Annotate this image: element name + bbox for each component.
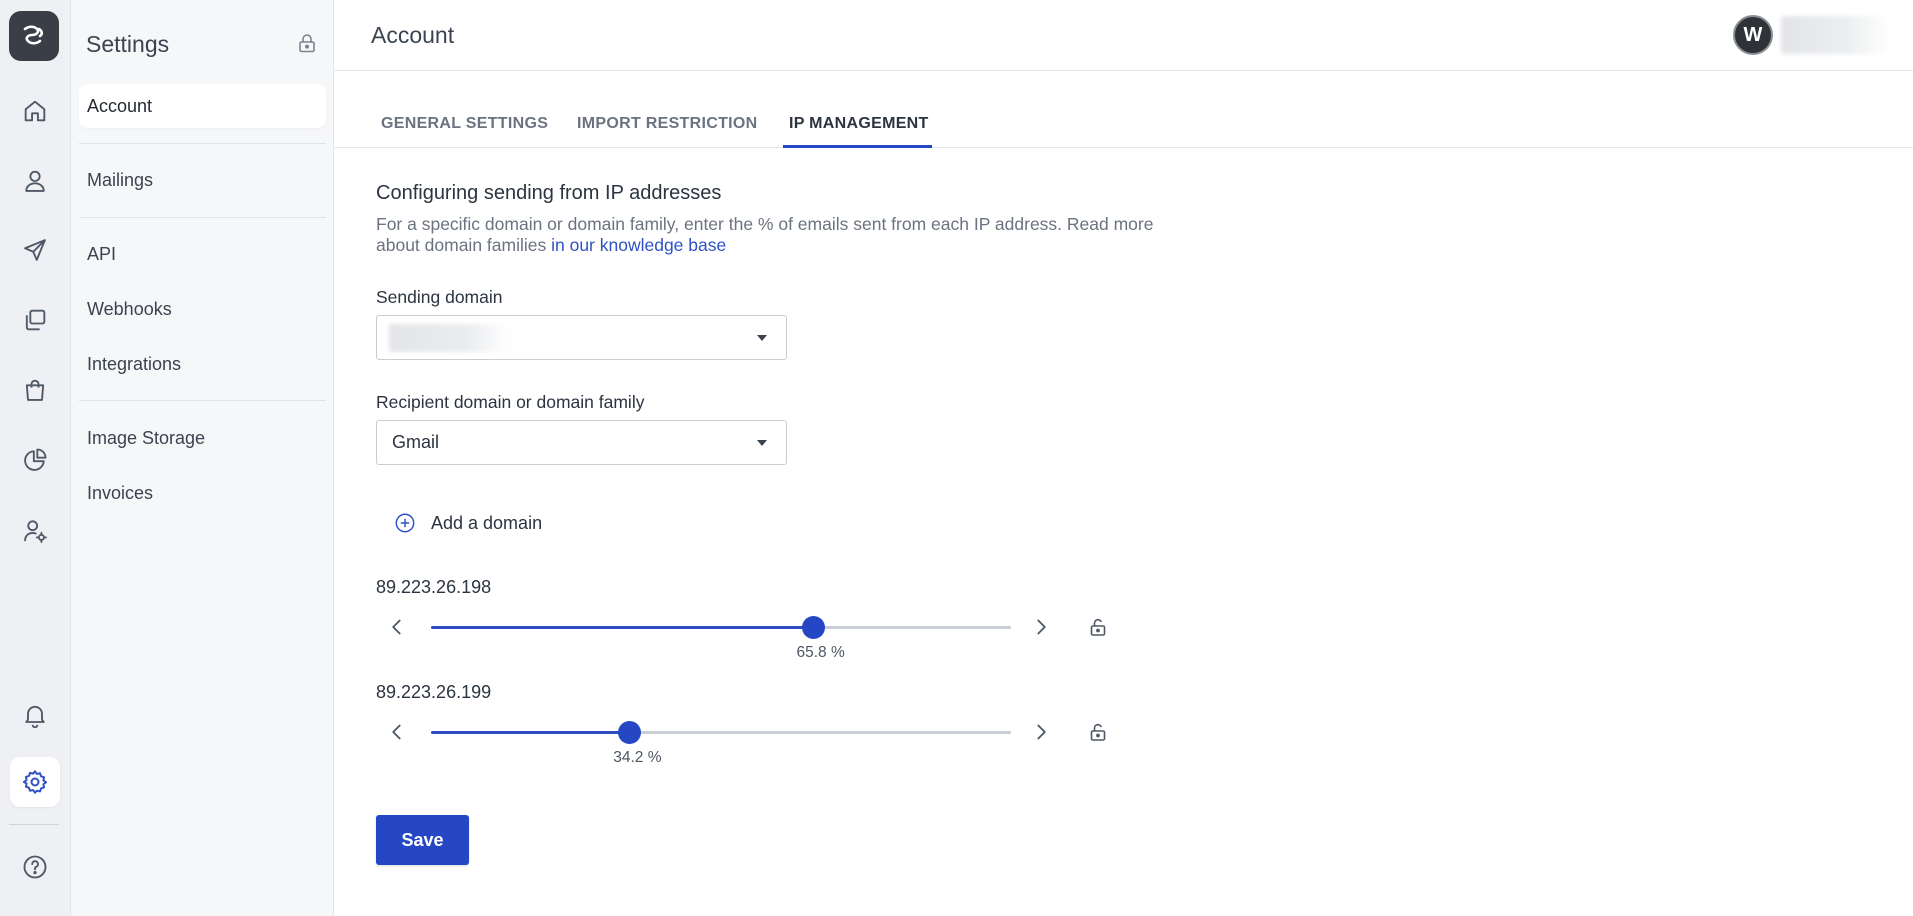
sending-domain-select[interactable]: [376, 315, 787, 360]
add-domain-button[interactable]: Add a domain: [394, 508, 542, 538]
recipient-domain-select[interactable]: Gmail: [376, 420, 787, 465]
send-icon[interactable]: [10, 225, 60, 275]
section-title: Configuring sending from IP addresses: [376, 182, 722, 204]
chevron-down-icon: [757, 440, 767, 446]
description-text: For a specific domain or domain family, …: [376, 214, 1154, 255]
ip-slider-row: 65.8 %: [376, 607, 1106, 661]
slider-fill: [431, 731, 630, 734]
chevron-left-icon[interactable]: [384, 719, 410, 745]
percent-label: 65.8 %: [796, 644, 845, 661]
sidebar-item-label: Image Storage: [87, 427, 206, 448]
chevron-left-icon[interactable]: [384, 614, 410, 640]
unlock-icon[interactable]: [1086, 720, 1110, 744]
slider-track[interactable]: 65.8 %: [431, 616, 1011, 661]
sidebar-item-invoices[interactable]: Invoices: [79, 471, 326, 515]
sidebar-item-label: Account: [87, 95, 153, 116]
slider-thumb[interactable]: [618, 721, 642, 744]
sidebar-item-label: Mailings: [87, 169, 154, 190]
tab-bar: GENERAL SETTINGS IMPORT RESTRICTION IP M…: [334, 71, 1913, 148]
sidebar-item-api[interactable]: API: [79, 232, 326, 276]
sidebar-item-label: Webhooks: [87, 298, 172, 319]
chevron-right-icon[interactable]: [1028, 614, 1054, 640]
unlock-icon[interactable]: [1086, 615, 1110, 639]
ip-address-label: 89.223.26.198: [376, 577, 492, 597]
save-button[interactable]: Save: [376, 815, 469, 865]
page-title: Account: [371, 22, 455, 48]
sidebar-item-label: API: [87, 243, 117, 264]
knowledge-base-link[interactable]: in our knowledge base: [551, 235, 726, 255]
templates-icon[interactable]: [10, 295, 60, 345]
icon-rail: [0, 0, 71, 916]
tab-ip-management[interactable]: IP MANAGEMENT: [789, 115, 929, 148]
avatar[interactable]: W: [1733, 15, 1773, 55]
sending-domain-label: Sending domain: [376, 287, 503, 307]
page-header: Account W: [334, 0, 1913, 71]
pie-chart-icon[interactable]: [10, 435, 60, 485]
sidebar-item-webhooks[interactable]: Webhooks: [79, 287, 326, 331]
slider-track[interactable]: 34.2 %: [431, 721, 1011, 766]
chevron-right-icon[interactable]: [1028, 719, 1054, 745]
lock-icon[interactable]: [295, 31, 319, 55]
chevron-down-icon: [757, 335, 767, 341]
gear-icon[interactable]: [10, 757, 60, 807]
bell-icon[interactable]: [10, 690, 60, 740]
recipient-domain-value: Gmail: [392, 432, 440, 452]
sidebar-divider: [79, 400, 326, 401]
plus-circle-icon: [395, 513, 415, 533]
brand-logo-icon[interactable]: [9, 11, 59, 61]
sidebar-item-integrations[interactable]: Integrations: [79, 342, 326, 386]
sidebar-divider: [79, 217, 326, 218]
user-name-redacted[interactable]: [1781, 16, 1891, 54]
tab-import-restriction[interactable]: IMPORT RESTRICTION: [577, 115, 758, 148]
sidebar-divider: [79, 143, 326, 144]
slider-fill: [431, 626, 813, 629]
section-description: For a specific domain or domain family, …: [376, 214, 1196, 256]
sidebar-item-label: Invoices: [87, 482, 154, 503]
shopping-bag-icon[interactable]: [10, 365, 60, 415]
sidebar-item-mailings[interactable]: Mailings: [79, 158, 326, 202]
user-icon[interactable]: [10, 156, 60, 206]
ip-address-label: 89.223.26.199: [376, 682, 492, 702]
help-icon[interactable]: [10, 842, 60, 892]
settings-sidebar: Settings Account Mailings API Webhooks I…: [71, 0, 334, 916]
sidebar-item-label: Integrations: [87, 353, 182, 374]
ip-management-panel: Configuring sending from IP addresses Fo…: [334, 148, 1913, 916]
sidebar-item-account[interactable]: Account: [79, 84, 326, 128]
percent-label: 34.2 %: [613, 749, 662, 766]
user-settings-icon[interactable]: [10, 506, 60, 556]
home-icon[interactable]: [10, 86, 60, 136]
sending-domain-value-redacted: [389, 324, 509, 352]
rail-divider: [9, 824, 59, 825]
sidebar-title: Settings: [86, 31, 170, 57]
sidebar-item-image-storage[interactable]: Image Storage: [79, 416, 326, 460]
ip-slider-row: 34.2 %: [376, 712, 1106, 766]
add-domain-label: Add a domain: [431, 512, 543, 533]
recipient-domain-label: Recipient domain or domain family: [376, 392, 645, 412]
slider-thumb[interactable]: [801, 616, 825, 639]
tab-general-settings[interactable]: GENERAL SETTINGS: [381, 115, 548, 148]
